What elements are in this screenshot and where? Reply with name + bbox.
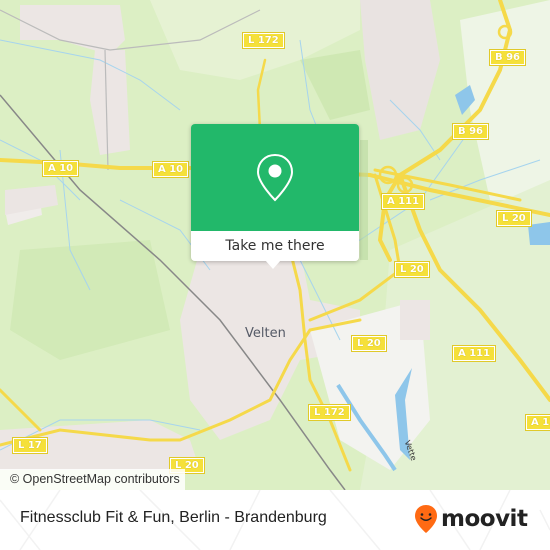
- moovit-logo[interactable]: moovit: [414, 502, 528, 536]
- road-shield-l17: L 17: [12, 437, 48, 454]
- road-shield-a111: A 11: [524, 414, 550, 431]
- moovit-wordmark: moovit: [441, 506, 528, 532]
- road-shield-l20: L 20: [394, 261, 430, 278]
- road-shield-l20: L 20: [351, 335, 387, 352]
- map-attribution[interactable]: © OpenStreetMap contributors: [0, 469, 185, 490]
- lake: [528, 222, 550, 245]
- urban-area: [90, 50, 130, 155]
- road-shield-b96: B 96: [451, 123, 490, 140]
- place-title: Fitnessclub Fit & Fun, Berlin - Brandenb…: [20, 509, 327, 526]
- map-view[interactable]: L 172 B 96 B 96 A 10 A 10 A 111 L 20 L 2…: [0, 0, 550, 490]
- moovit-pin-icon: [415, 505, 437, 533]
- urban-area: [360, 0, 440, 140]
- road-shield-a10: A 10: [151, 161, 190, 178]
- road-shield-l172: L 172: [308, 404, 351, 421]
- shading: [360, 140, 368, 260]
- road-shield-b96: B 96: [488, 49, 527, 66]
- forest: [300, 50, 370, 120]
- popup-pointer: [265, 260, 281, 269]
- forest: [10, 240, 170, 360]
- take-me-there-button[interactable]: Take me there: [191, 231, 359, 261]
- road-shield-a111: A 111: [380, 193, 426, 210]
- footer: Fitnessclub Fit & Fun, Berlin - Brandenb…: [0, 490, 550, 550]
- road-shield-l20: L 20: [496, 210, 532, 227]
- popup-header: [191, 124, 359, 231]
- urban-area: [400, 300, 430, 340]
- town-label-velten: Velten: [245, 326, 286, 341]
- location-popup: Take me there: [191, 124, 359, 269]
- road-shield-a111: A 111: [451, 345, 497, 362]
- map-pin-icon: [256, 153, 294, 201]
- road-shield-a10: A 10: [41, 160, 80, 177]
- road-shield-l172: L 172: [242, 32, 285, 49]
